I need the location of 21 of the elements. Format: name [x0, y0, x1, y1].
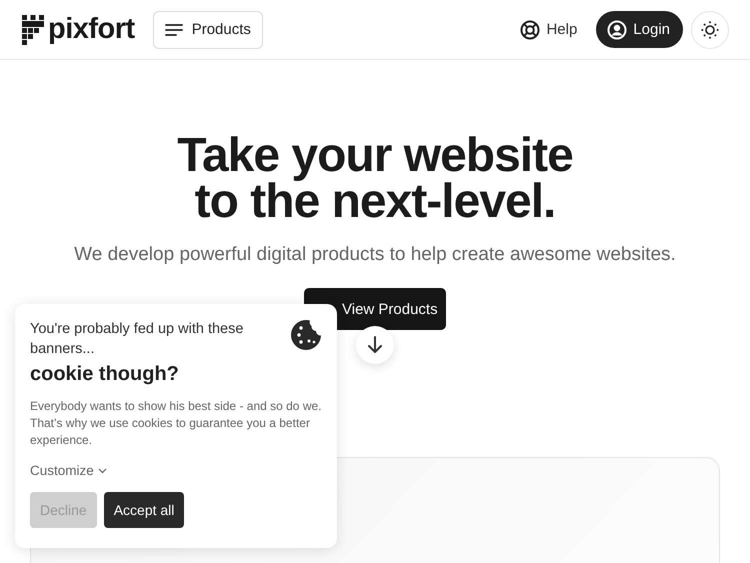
logo-text[interactable]: pixfort	[48, 13, 135, 46]
customize-link[interactable]: Customize	[30, 463, 107, 478]
products-button[interactable]: Products	[152, 10, 263, 48]
hero-subtitle: We develop powerful digital products to help create awesome websites.	[74, 244, 676, 266]
chevron-down-icon	[98, 468, 107, 474]
menu-icon	[164, 24, 183, 36]
cookie-intro: You're probably fed up with these banners...	[30, 320, 244, 359]
hero-title-line: Take your website	[177, 133, 573, 179]
sun-icon	[701, 20, 719, 38]
arrow-down-icon	[367, 336, 383, 354]
cookie-icon	[290, 319, 322, 351]
lifebuoy-icon	[520, 20, 540, 40]
cookie-heading: cookie though?	[30, 363, 180, 386]
login-button[interactable]: Login	[596, 11, 683, 48]
cookie-message: Everybody wants to show his best side - and so do we. That’s why we use cookies to guarantee you a better experience.	[30, 398, 322, 449]
cookie-button[interactable]: Accept all	[104, 492, 184, 528]
theme-toggle-button[interactable]	[691, 10, 729, 48]
logo-icon	[22, 14, 44, 44]
user-icon	[607, 20, 628, 40]
help-link[interactable]: Help	[520, 20, 578, 40]
scroll-down-button[interactable]	[356, 326, 394, 364]
